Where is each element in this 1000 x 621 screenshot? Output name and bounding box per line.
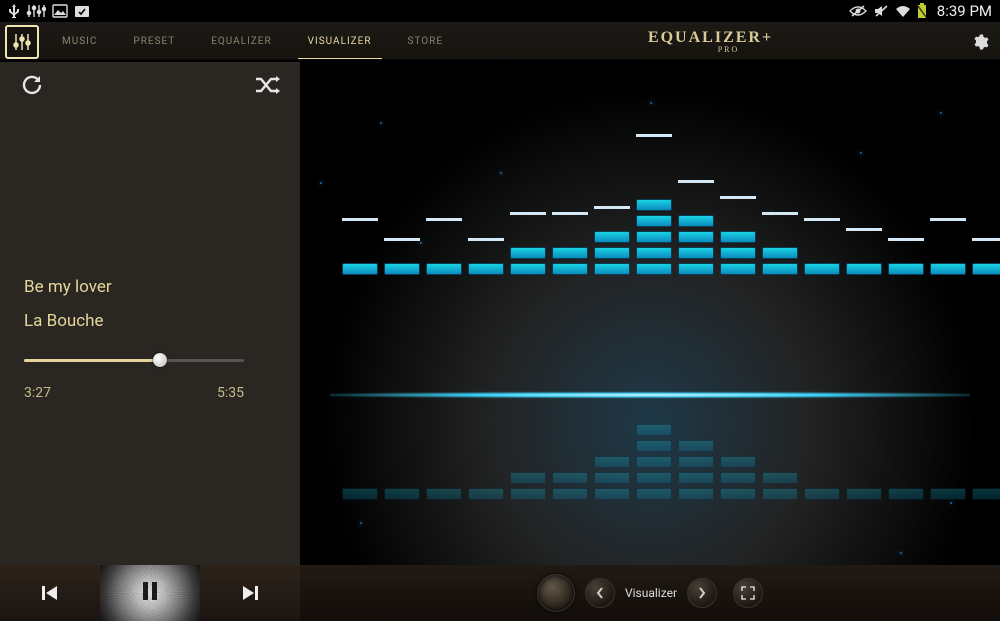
track-title: Be my lover (24, 277, 276, 297)
gear-icon (971, 33, 989, 51)
photo-icon (52, 4, 68, 18)
eye-off-icon (849, 4, 867, 18)
usb-icon (8, 4, 20, 18)
fullscreen-icon (741, 586, 755, 600)
visualizer-selector-label: Visualizer (625, 586, 677, 600)
eq-reflection (342, 400, 958, 500)
check-card-icon (74, 4, 90, 18)
previous-icon (39, 582, 61, 604)
repeat-button[interactable] (20, 73, 44, 101)
battery-icon (917, 3, 927, 19)
previous-button[interactable] (0, 565, 100, 621)
visualizer-next-button[interactable] (687, 578, 717, 608)
tab-store[interactable]: STORE (390, 22, 462, 61)
time-duration: 5:35 (217, 385, 244, 401)
mute-icon (873, 4, 889, 18)
equalizer-status-icon (26, 4, 46, 18)
play-pause-button[interactable] (100, 565, 200, 621)
next-button[interactable] (200, 565, 300, 621)
chevron-right-icon (697, 587, 707, 599)
app-logo-main: EQUALIZER+ (648, 29, 773, 47)
playback-controls (0, 565, 300, 621)
glow-line (330, 392, 970, 398)
tabs: MUSIC PRESET EQUALIZER VISUALIZER STORE (44, 22, 461, 61)
eq-bars (342, 252, 958, 275)
next-icon (239, 582, 261, 604)
track-artist: La Bouche (24, 311, 276, 331)
repeat-icon (20, 73, 44, 97)
tab-preset[interactable]: PRESET (115, 22, 193, 61)
tab-equalizer[interactable]: EQUALIZER (193, 22, 289, 61)
tab-music[interactable]: MUSIC (44, 22, 115, 61)
chevron-left-icon (595, 587, 605, 599)
shuffle-icon (254, 73, 280, 97)
toolbar: MUSIC PRESET EQUALIZER VISUALIZER STORE … (0, 22, 1000, 62)
app-logo: EQUALIZER+ PRO (461, 22, 960, 61)
visualizer-knob[interactable] (537, 574, 575, 612)
visualizer-prev-button[interactable] (585, 578, 615, 608)
time-elapsed: 3:27 (24, 385, 51, 401)
settings-button[interactable] (960, 22, 1000, 61)
app-icon[interactable] (0, 22, 44, 62)
wifi-icon (895, 4, 911, 18)
visualizer-view (300, 62, 1000, 565)
pause-icon (141, 581, 159, 601)
nowplaying-panel: Be my lover La Bouche 3:27 5:35 (0, 62, 300, 565)
status-clock: 8:39 PM (937, 2, 992, 20)
fullscreen-button[interactable] (733, 578, 763, 608)
seek-slider[interactable] (24, 353, 244, 367)
status-bar: 8:39 PM (0, 0, 1000, 22)
tab-visualizer[interactable]: VISUALIZER (290, 22, 390, 61)
shuffle-button[interactable] (254, 73, 280, 101)
